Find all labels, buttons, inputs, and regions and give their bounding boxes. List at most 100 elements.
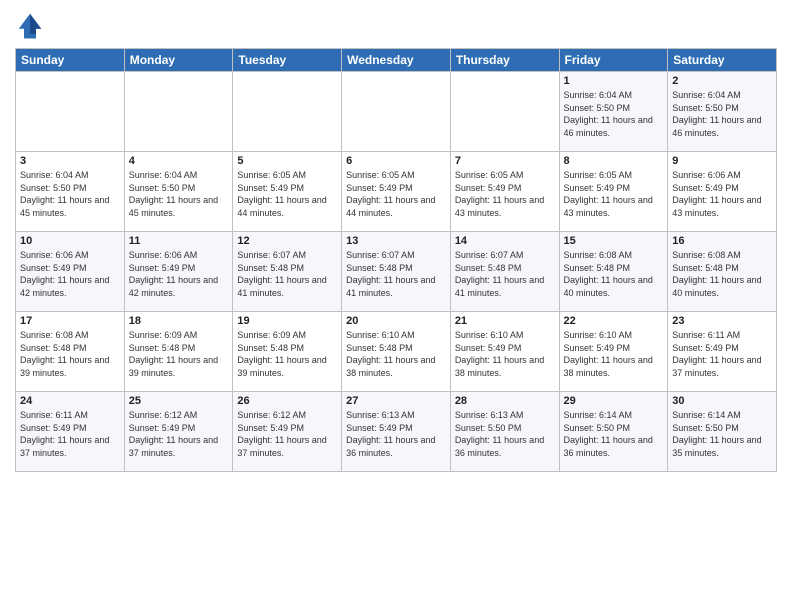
day-number: 26 [237, 395, 337, 407]
day-number: 2 [672, 75, 772, 87]
calendar-day-header: Tuesday [233, 49, 342, 72]
calendar-week-row: 1 Sunrise: 6:04 AM Sunset: 5:50 PM Daylig… [16, 72, 777, 152]
calendar-cell: 18 Sunrise: 6:09 AM Sunset: 5:48 PM Dayli… [124, 312, 233, 392]
calendar-header-row: SundayMondayTuesdayWednesdayThursdayFrid… [16, 49, 777, 72]
day-info: Sunrise: 6:10 AM Sunset: 5:49 PM Dayligh… [564, 329, 664, 379]
calendar-cell: 6Sunrise: 6:05 AM Sunset: 5:49 PM Daylig… [342, 152, 451, 232]
day-number: 10 [20, 235, 120, 247]
day-number: 30 [672, 395, 772, 407]
calendar-cell: 27Sunrise: 6:13 AM Sunset: 5:49 PM Dayli… [342, 392, 451, 472]
calendar-cell [124, 72, 233, 152]
calendar-cell: 29Sunrise: 6:14 AM Sunset: 5:50 PM Dayli… [559, 392, 668, 472]
day-info: Sunrise: 6:13 AM Sunset: 5:50 PM Dayligh… [455, 409, 555, 459]
calendar-cell: 28 Sunrise: 6:13 AM Sunset: 5:50 PM Dayli… [450, 392, 559, 472]
calendar-cell [450, 72, 559, 152]
day-number: 21 [455, 315, 555, 327]
calendar-cell: 19 Sunrise: 6:09 AM Sunset: 5:48 PM Dayli… [233, 312, 342, 392]
day-info: Sunrise: 6:08 AM Sunset: 5:48 PM Dayligh… [564, 249, 664, 299]
logo [15, 10, 49, 40]
header [15, 10, 777, 40]
day-number: 15 [564, 235, 664, 247]
calendar-cell: 12 Sunrise: 6:07 AM Sunset: 5:48 PM Dayli… [233, 232, 342, 312]
day-number: 28 [455, 395, 555, 407]
calendar-day-header: Friday [559, 49, 668, 72]
day-info: Sunrise: 6:06 AM Sunset: 5:49 PM Dayligh… [129, 249, 229, 299]
day-number: 3 [20, 155, 120, 167]
day-info: Sunrise: 6:08 AM Sunset: 5:48 PM Dayligh… [20, 329, 120, 379]
day-info: Sunrise: 6:06 AM Sunset: 5:49 PM Dayligh… [672, 169, 772, 219]
calendar-day-header: Wednesday [342, 49, 451, 72]
page: SundayMondayTuesdayWednesdayThursdayFrid… [0, 0, 792, 612]
calendar-cell: 30 Sunrise: 6:14 AM Sunset: 5:50 PM Dayli… [668, 392, 777, 472]
day-info: Sunrise: 6:05 AM Sunset: 5:49 PM Dayligh… [564, 169, 664, 219]
calendar-cell: 21Sunrise: 6:10 AM Sunset: 5:49 PM Dayli… [450, 312, 559, 392]
calendar-cell [342, 72, 451, 152]
day-info: Sunrise: 6:04 AM Sunset: 5:50 PM Dayligh… [672, 89, 772, 139]
day-info: Sunrise: 6:05 AM Sunset: 5:49 PM Dayligh… [237, 169, 337, 219]
day-info: Sunrise: 6:11 AM Sunset: 5:49 PM Dayligh… [20, 409, 120, 459]
day-info: Sunrise: 6:11 AM Sunset: 5:49 PM Dayligh… [672, 329, 772, 379]
calendar-cell: 7 Sunrise: 6:05 AM Sunset: 5:49 PM Daylig… [450, 152, 559, 232]
day-number: 25 [129, 395, 229, 407]
calendar-cell: 8 Sunrise: 6:05 AM Sunset: 5:49 PM Daylig… [559, 152, 668, 232]
day-info: Sunrise: 6:12 AM Sunset: 5:49 PM Dayligh… [129, 409, 229, 459]
day-number: 19 [237, 315, 337, 327]
calendar-cell: 1 Sunrise: 6:04 AM Sunset: 5:50 PM Daylig… [559, 72, 668, 152]
calendar-cell: 23 Sunrise: 6:11 AM Sunset: 5:49 PM Dayli… [668, 312, 777, 392]
calendar-cell: 3 Sunrise: 6:04 AM Sunset: 5:50 PM Daylig… [16, 152, 125, 232]
day-info: Sunrise: 6:07 AM Sunset: 5:48 PM Dayligh… [455, 249, 555, 299]
calendar-cell: 15 Sunrise: 6:08 AM Sunset: 5:48 PM Dayli… [559, 232, 668, 312]
day-info: Sunrise: 6:04 AM Sunset: 5:50 PM Dayligh… [564, 89, 664, 139]
day-info: Sunrise: 6:14 AM Sunset: 5:50 PM Dayligh… [672, 409, 772, 459]
calendar-cell: 17 Sunrise: 6:08 AM Sunset: 5:48 PM Dayli… [16, 312, 125, 392]
calendar-week-row: 10 Sunrise: 6:06 AM Sunset: 5:49 PM Dayli… [16, 232, 777, 312]
calendar-cell: 14 Sunrise: 6:07 AM Sunset: 5:48 PM Dayli… [450, 232, 559, 312]
calendar-cell: 20 Sunrise: 6:10 AM Sunset: 5:48 PM Dayli… [342, 312, 451, 392]
day-number: 24 [20, 395, 120, 407]
calendar-cell: 4Sunrise: 6:04 AM Sunset: 5:50 PM Daylig… [124, 152, 233, 232]
day-number: 23 [672, 315, 772, 327]
day-number: 9 [672, 155, 772, 167]
day-number: 18 [129, 315, 229, 327]
day-info: Sunrise: 6:10 AM Sunset: 5:48 PM Dayligh… [346, 329, 446, 379]
day-info: Sunrise: 6:05 AM Sunset: 5:49 PM Dayligh… [455, 169, 555, 219]
calendar-cell: 16 Sunrise: 6:08 AM Sunset: 5:48 PM Dayli… [668, 232, 777, 312]
day-number: 12 [237, 235, 337, 247]
day-info: Sunrise: 6:12 AM Sunset: 5:49 PM Dayligh… [237, 409, 337, 459]
day-number: 7 [455, 155, 555, 167]
calendar-day-header: Sunday [16, 49, 125, 72]
day-number: 13 [346, 235, 446, 247]
day-info: Sunrise: 6:07 AM Sunset: 5:48 PM Dayligh… [237, 249, 337, 299]
calendar-week-row: 3 Sunrise: 6:04 AM Sunset: 5:50 PM Daylig… [16, 152, 777, 232]
day-info: Sunrise: 6:04 AM Sunset: 5:50 PM Dayligh… [129, 169, 229, 219]
calendar-cell: 24 Sunrise: 6:11 AM Sunset: 5:49 PM Dayli… [16, 392, 125, 472]
day-info: Sunrise: 6:08 AM Sunset: 5:48 PM Dayligh… [672, 249, 772, 299]
calendar-cell: 22 Sunrise: 6:10 AM Sunset: 5:49 PM Dayli… [559, 312, 668, 392]
day-number: 11 [129, 235, 229, 247]
calendar-week-row: 24 Sunrise: 6:11 AM Sunset: 5:49 PM Dayli… [16, 392, 777, 472]
calendar-cell: 10Sunrise: 6:06 AM Sunset: 5:49 PM Dayli… [16, 232, 125, 312]
calendar-day-header: Thursday [450, 49, 559, 72]
calendar-day-header: Saturday [668, 49, 777, 72]
day-number: 17 [20, 315, 120, 327]
calendar-cell: 9 Sunrise: 6:06 AM Sunset: 5:49 PM Daylig… [668, 152, 777, 232]
day-number: 8 [564, 155, 664, 167]
day-info: Sunrise: 6:09 AM Sunset: 5:48 PM Dayligh… [129, 329, 229, 379]
day-number: 20 [346, 315, 446, 327]
day-info: Sunrise: 6:13 AM Sunset: 5:49 PM Dayligh… [346, 409, 446, 459]
day-info: Sunrise: 6:09 AM Sunset: 5:48 PM Dayligh… [237, 329, 337, 379]
day-number: 22 [564, 315, 664, 327]
day-info: Sunrise: 6:04 AM Sunset: 5:50 PM Dayligh… [20, 169, 120, 219]
calendar-cell: 5 Sunrise: 6:05 AM Sunset: 5:49 PM Daylig… [233, 152, 342, 232]
day-info: Sunrise: 6:14 AM Sunset: 5:50 PM Dayligh… [564, 409, 664, 459]
calendar-day-header: Monday [124, 49, 233, 72]
day-number: 1 [564, 75, 664, 87]
day-number: 14 [455, 235, 555, 247]
day-info: Sunrise: 6:05 AM Sunset: 5:49 PM Dayligh… [346, 169, 446, 219]
calendar-cell [16, 72, 125, 152]
calendar-cell: 13Sunrise: 6:07 AM Sunset: 5:48 PM Dayli… [342, 232, 451, 312]
day-number: 5 [237, 155, 337, 167]
calendar-week-row: 17 Sunrise: 6:08 AM Sunset: 5:48 PM Dayli… [16, 312, 777, 392]
day-number: 16 [672, 235, 772, 247]
calendar-cell: 2 Sunrise: 6:04 AM Sunset: 5:50 PM Daylig… [668, 72, 777, 152]
